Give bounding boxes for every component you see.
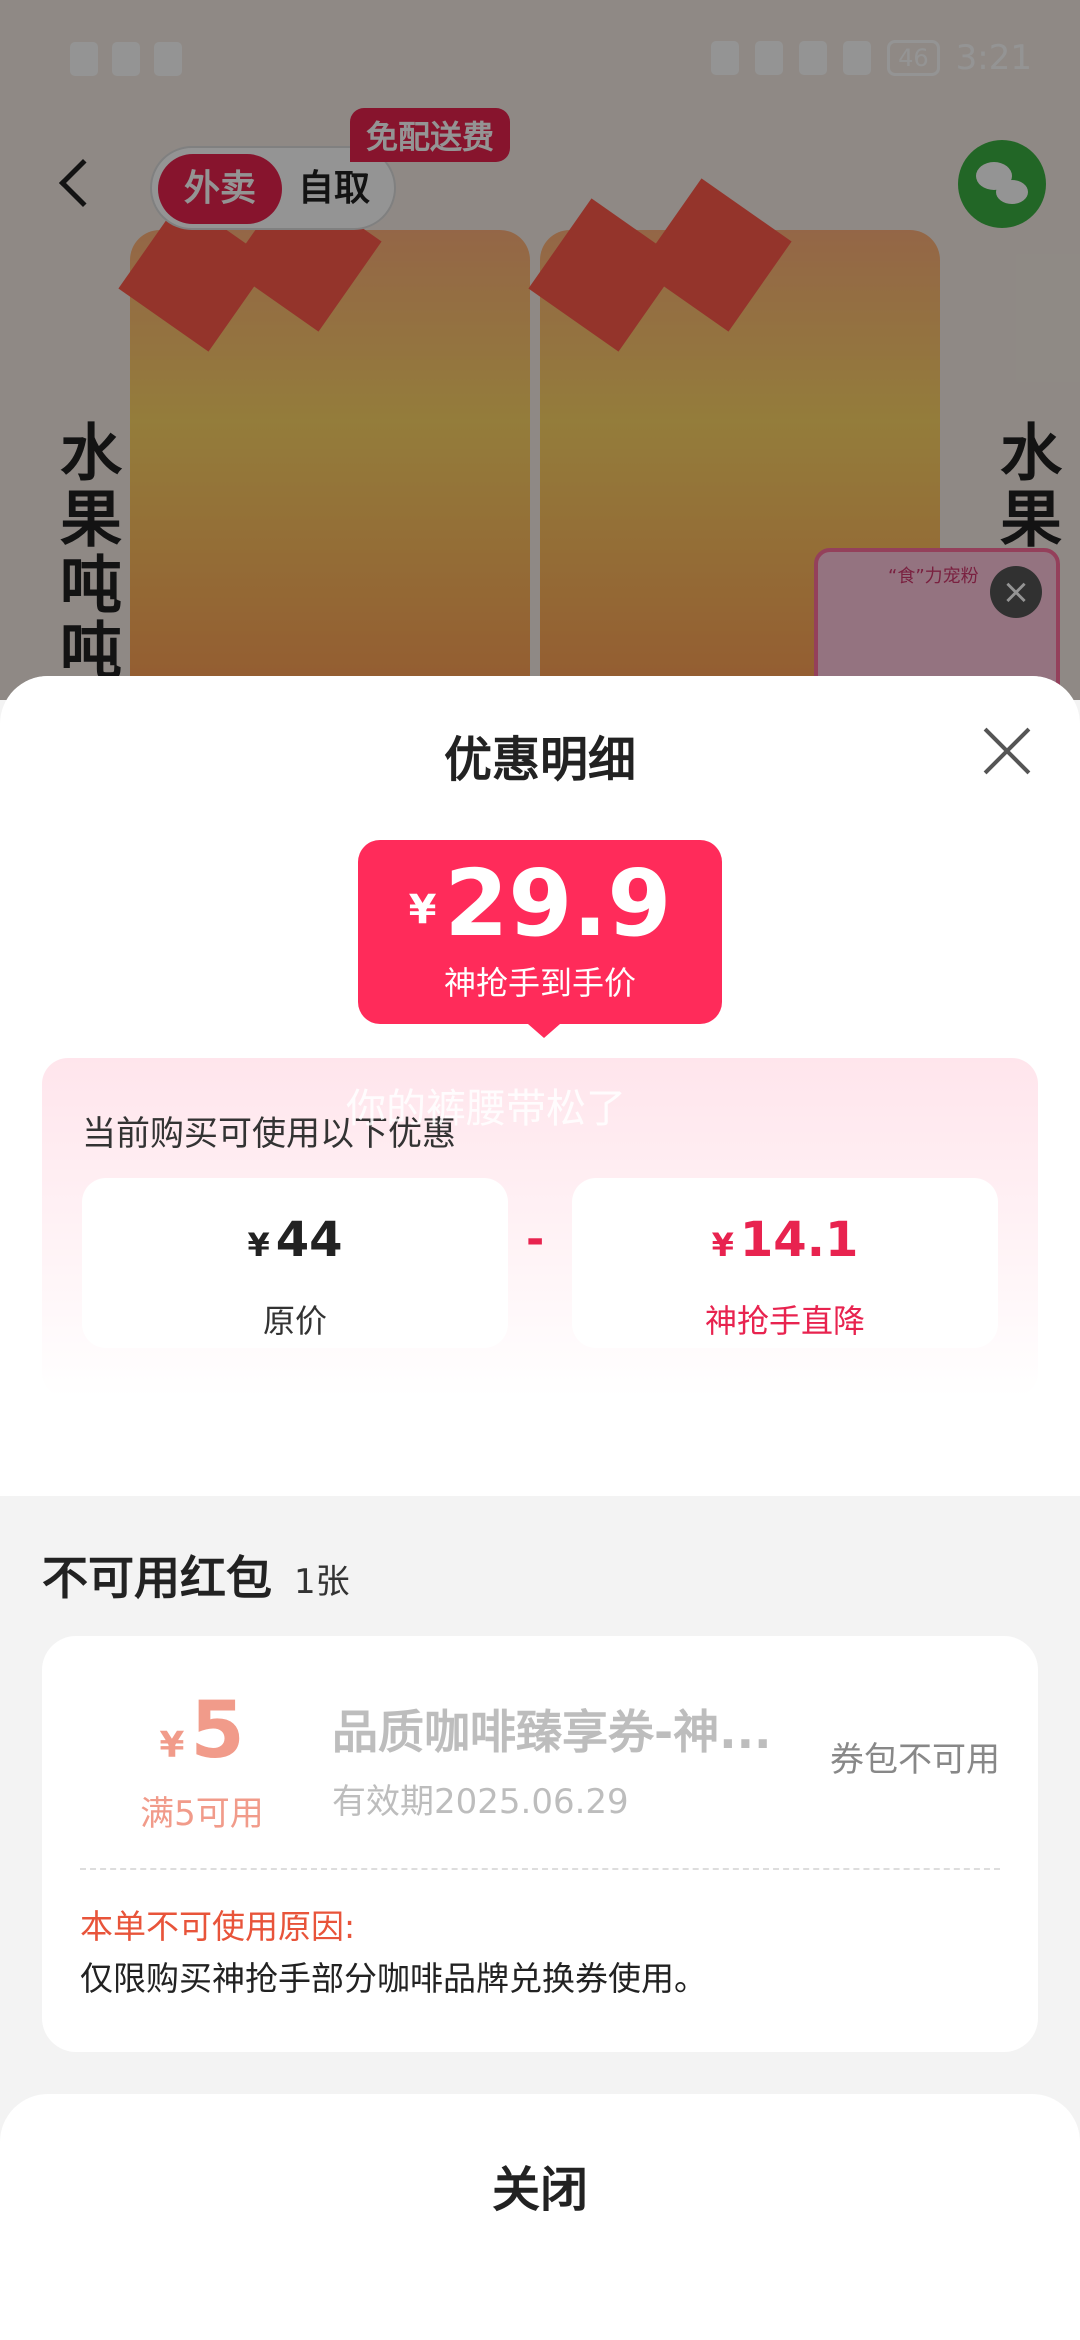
discount-amount-value: 14.1 bbox=[739, 1212, 859, 1268]
currency-symbol: ¥ bbox=[711, 1226, 734, 1264]
currency-symbol: ¥ bbox=[408, 886, 437, 933]
sheet-title: 优惠明细 bbox=[443, 732, 636, 788]
currency-symbol: ¥ bbox=[247, 1226, 270, 1264]
discount-amount: ¥14.1 bbox=[572, 1212, 998, 1268]
dim-overlay[interactable] bbox=[0, 0, 1080, 700]
minus-operator: - bbox=[526, 1214, 545, 1265]
original-price-box: ¥44 原价 bbox=[82, 1178, 508, 1348]
watermark-text: 你的裤腰带松了 bbox=[346, 1086, 626, 1132]
final-price-pill: ¥29.9 神抢手到手价 bbox=[358, 840, 722, 1024]
close-button[interactable]: 关闭 bbox=[0, 2150, 1080, 2220]
coupon-amount: ¥5 bbox=[102, 1686, 302, 1776]
coupon-name: 品质咖啡臻享券-神... bbox=[332, 1705, 772, 1759]
background-page: 水果吨吨 水果 46 3:21 外卖 自取 免配送费 “食”力宠粉 × bbox=[0, 0, 1080, 700]
coupon-reason-title: 本单不可使用原因: bbox=[80, 1907, 356, 1946]
coupon-reason-text: 仅限购买神抢手部分咖啡品牌兑换券使用。 bbox=[80, 1959, 707, 1998]
sheet-footer: 关闭 bbox=[0, 2094, 1080, 2340]
currency-symbol: ¥ bbox=[159, 1725, 185, 1766]
discount-label: 神抢手直降 bbox=[704, 1302, 865, 1340]
original-price: ¥44 bbox=[82, 1212, 508, 1268]
original-price-label: 原价 bbox=[262, 1302, 327, 1340]
coupon-amount-value: 5 bbox=[190, 1686, 245, 1776]
original-price-amount: 44 bbox=[275, 1212, 343, 1268]
unavailable-coupons-count: 1张 bbox=[294, 1562, 350, 1602]
close-icon[interactable] bbox=[980, 724, 1034, 778]
final-price-label: 神抢手到手价 bbox=[443, 964, 636, 1002]
coupon-expiry: 有效期2025.06.29 bbox=[332, 1782, 629, 1822]
coupon-status: 券包不可用 bbox=[830, 1740, 1000, 1780]
discount-box: ¥14.1 神抢手直降 bbox=[572, 1178, 998, 1348]
final-price-amount: 29.9 bbox=[444, 850, 672, 957]
final-price: ¥29.9 bbox=[358, 854, 722, 960]
divider bbox=[80, 1868, 1000, 1870]
pill-pointer bbox=[528, 1024, 560, 1038]
coupon-condition: 满5可用 bbox=[140, 1794, 264, 1834]
discount-detail-sheet: 优惠明细 ¥29.9 神抢手到手价 当前购买可使用以下优惠 ¥44 原价 - ¥… bbox=[0, 676, 1080, 2340]
coupon-card: ¥5 满5可用 品质咖啡臻享券-神... 有效期2025.06.29 券包不可用… bbox=[42, 1636, 1038, 2052]
unavailable-coupons-title: 不可用红包 bbox=[42, 1551, 272, 1605]
